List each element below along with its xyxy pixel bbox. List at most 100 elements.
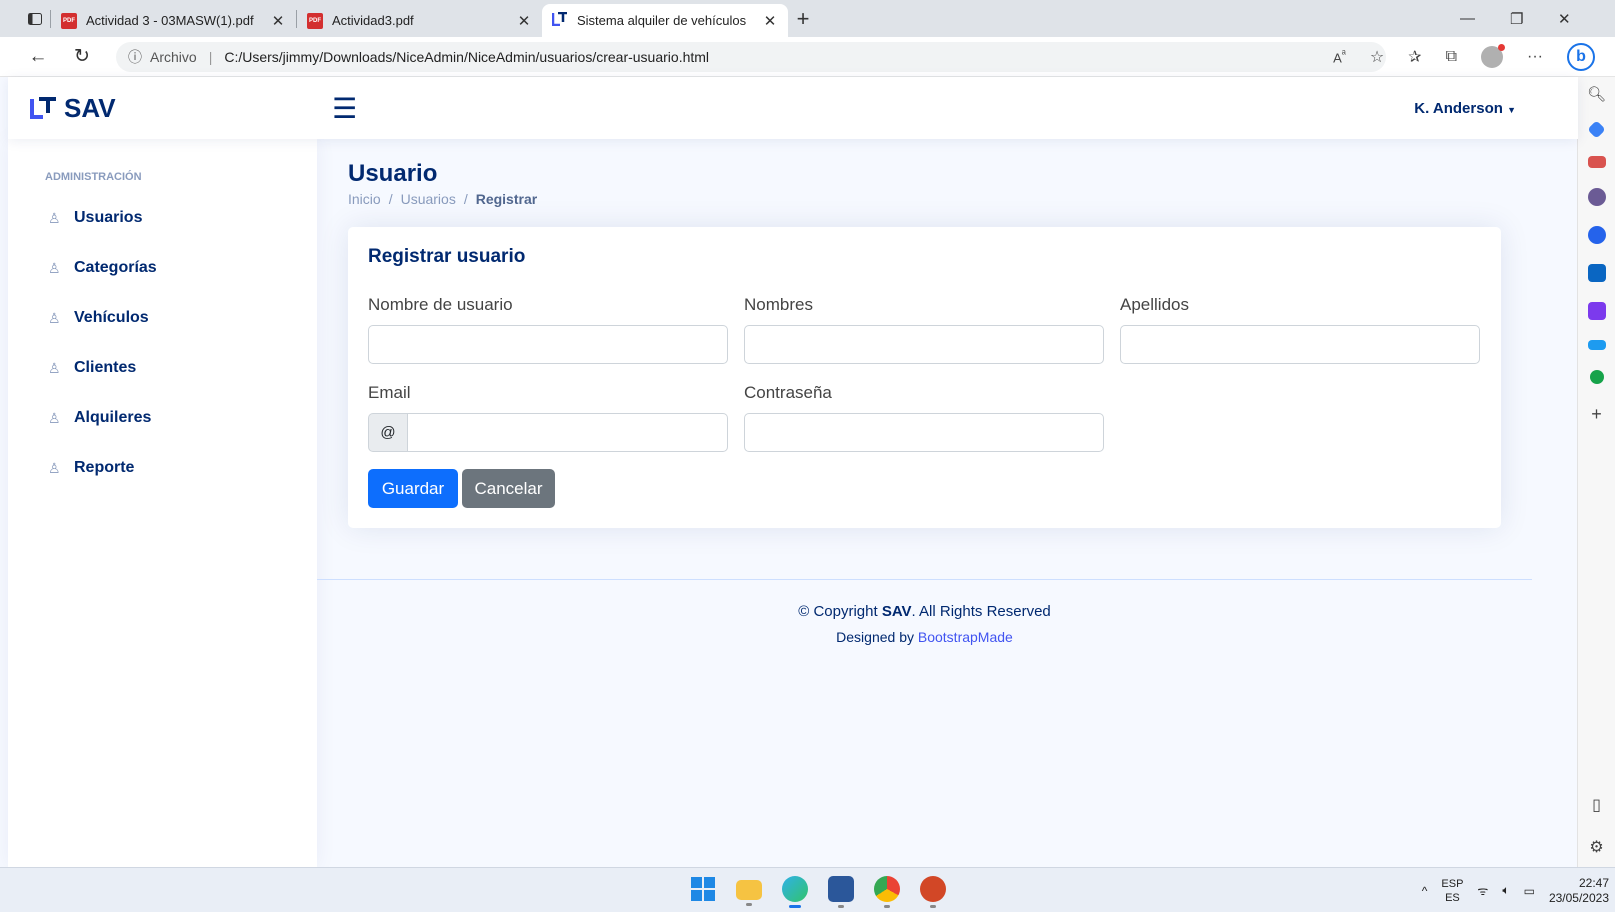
minimize-icon[interactable]: — [1460, 0, 1475, 37]
designer-link[interactable]: BootstrapMade [918, 629, 1013, 645]
sidebar-item-usuarios[interactable]: ♙ Usuarios [45, 193, 317, 243]
bing-icon[interactable]: b [1567, 43, 1595, 71]
username-field[interactable] [368, 325, 728, 364]
send-icon[interactable] [1587, 340, 1606, 350]
breadcrumb-current: Registrar [475, 191, 538, 207]
restore-icon[interactable]: ❐ [1510, 0, 1523, 37]
wifi-icon[interactable]: ᯤ [1477, 882, 1488, 899]
new-tab-button[interactable]: + [788, 6, 818, 32]
windows-start-icon[interactable] [690, 876, 716, 902]
browser-tab-1[interactable]: PDF Actividad 3 - 03MASW(1).pdf ✕ [51, 4, 296, 37]
designed-by-label: Designed by [836, 629, 914, 645]
copyright-line: © Copyright SAV. All Rights Reserved [317, 603, 1532, 620]
person-icon: ♙ [48, 359, 61, 376]
hamburger-menu-icon[interactable]: ☰ [332, 92, 357, 125]
url-text[interactable]: C:/Users/jimmy/Downloads/NiceAdmin/NiceA… [224, 49, 709, 65]
nombres-label: Nombres [744, 295, 813, 314]
page-title: Usuario [348, 160, 438, 187]
language-indicator[interactable]: ESP ES [1441, 877, 1463, 905]
powerpoint-icon[interactable] [920, 876, 946, 908]
pdf-icon: PDF [307, 12, 323, 29]
password-field[interactable] [744, 413, 1104, 452]
close-window-icon[interactable]: ✕ [1558, 0, 1571, 37]
tab-title: Actividad 3 - 03MASW(1).pdf [86, 13, 254, 28]
outlook-icon[interactable] [1587, 264, 1606, 282]
more-options-icon[interactable]: ··· [1527, 48, 1543, 66]
url-field[interactable]: ⓘ Archivo | C:/Users/jimmy/Downloads/Nic… [116, 42, 1386, 72]
favorites-icon[interactable]: ✰ [1408, 47, 1421, 67]
sidebar-item-vehiculos[interactable]: ♙ Vehículos [45, 293, 317, 343]
password-label: Contraseña [744, 383, 832, 402]
tree-icon[interactable] [1589, 370, 1604, 384]
clock-time: 22:47 [1578, 875, 1609, 890]
card-title: Registrar usuario [368, 246, 526, 267]
copyright-prefix: © Copyright [798, 603, 878, 620]
close-icon[interactable]: ✕ [270, 12, 286, 30]
read-aloud-icon[interactable]: Aᵃ [1333, 48, 1346, 65]
browser-tab-bar: PDF Actividad 3 - 03MASW(1).pdf ✕ PDF Ac… [0, 0, 1615, 37]
collections-icon[interactable]: ⧉ [1446, 48, 1457, 66]
copyright-brand: SAV [881, 603, 912, 620]
cancel-button[interactable]: Cancelar [462, 469, 555, 508]
sidebar-item-clientes[interactable]: ♙ Clientes [45, 343, 317, 393]
email-input-group: @ [368, 413, 728, 452]
logo[interactable]: SAV [30, 93, 320, 124]
battery-icon[interactable]: ▭ [1524, 884, 1535, 898]
tab-actions-icon[interactable] [20, 0, 50, 37]
file-explorer-icon[interactable] [736, 880, 762, 906]
volume-icon[interactable]: 🔈︎ [1502, 883, 1509, 898]
system-tray: ^ ESP ES ᯤ 🔈︎ ▭ 22:47 23/05/2023 [1422, 868, 1615, 912]
logo-text: SAV [64, 92, 116, 123]
person-icon: ♙ [48, 209, 61, 226]
save-button[interactable]: Guardar [368, 469, 458, 508]
taskbar-apps [690, 876, 946, 908]
word-icon[interactable] [828, 876, 854, 908]
address-divider: | [208, 49, 213, 65]
add-favorite-icon[interactable]: ☆ [1370, 47, 1384, 67]
person-icon: ♙ [48, 309, 61, 326]
email-field[interactable] [408, 413, 728, 452]
sidebar-heading: ADMINISTRACIÓN [45, 171, 142, 183]
sidebar-item-alquileres[interactable]: ♙ Alquileres [45, 393, 317, 443]
sidebar-item-categorias[interactable]: ♙ Categorías [45, 243, 317, 293]
chevron-up-icon[interactable]: ^ [1422, 884, 1428, 898]
designer-icon[interactable] [1587, 302, 1606, 320]
games-icon[interactable] [1587, 188, 1606, 206]
back-arrow-icon[interactable]: ← [18, 46, 58, 68]
close-icon[interactable]: ✕ [762, 12, 778, 30]
lang-bottom: ES [1445, 891, 1460, 904]
edge-icon[interactable] [782, 876, 808, 908]
tools-icon[interactable] [1587, 156, 1606, 168]
settings-gear-icon[interactable]: ⚙ [1589, 837, 1603, 857]
add-icon[interactable]: + [1591, 404, 1602, 425]
browser-address-bar: ← ↻ ⓘ Archivo | C:/Users/jimmy/Downloads… [0, 37, 1615, 77]
browser-tab-2[interactable]: PDF Actividad3.pdf ✕ [297, 4, 542, 37]
browser-tab-active[interactable]: Sistema alquiler de vehículos ✕ [542, 4, 788, 37]
sidebar-panel-icon[interactable]: ▯ [1592, 795, 1601, 815]
chrome-icon[interactable] [874, 876, 900, 908]
info-icon[interactable]: ⓘ [128, 47, 142, 67]
footer: © Copyright SAV. All Rights Reserved Des… [317, 579, 1532, 645]
clock-date: 23/05/2023 [1548, 890, 1609, 905]
profile-name: K. Anderson [1414, 99, 1503, 117]
search-icon[interactable]: 🔍︎ [1587, 85, 1606, 103]
person-icon: ♙ [48, 459, 61, 476]
profile-dropdown[interactable]: K. Anderson ▼ [1414, 100, 1516, 117]
close-icon[interactable]: ✕ [516, 12, 532, 30]
sidebar-item-label: Reporte [74, 459, 135, 476]
breadcrumb-usuarios[interactable]: Usuarios [401, 191, 456, 207]
person-icon: ♙ [48, 259, 61, 276]
nombres-field[interactable] [744, 325, 1104, 364]
refresh-icon[interactable]: ↻ [62, 45, 102, 68]
clock[interactable]: 22:47 23/05/2023 [1549, 876, 1609, 906]
sav-logo-icon [30, 97, 58, 119]
shopping-icon[interactable] [1587, 120, 1606, 139]
tab-title: Actividad3.pdf [332, 13, 414, 28]
breadcrumb-inicio[interactable]: Inicio [348, 191, 381, 207]
copyright-suffix: . All Rights Reserved [911, 603, 1051, 620]
apellidos-field[interactable] [1120, 325, 1480, 364]
profile-avatar-icon[interactable] [1481, 44, 1506, 68]
sav-logo-icon [551, 11, 568, 29]
sidebar-item-reporte[interactable]: ♙ Reporte [45, 443, 317, 493]
microsoft365-icon[interactable] [1587, 226, 1606, 244]
